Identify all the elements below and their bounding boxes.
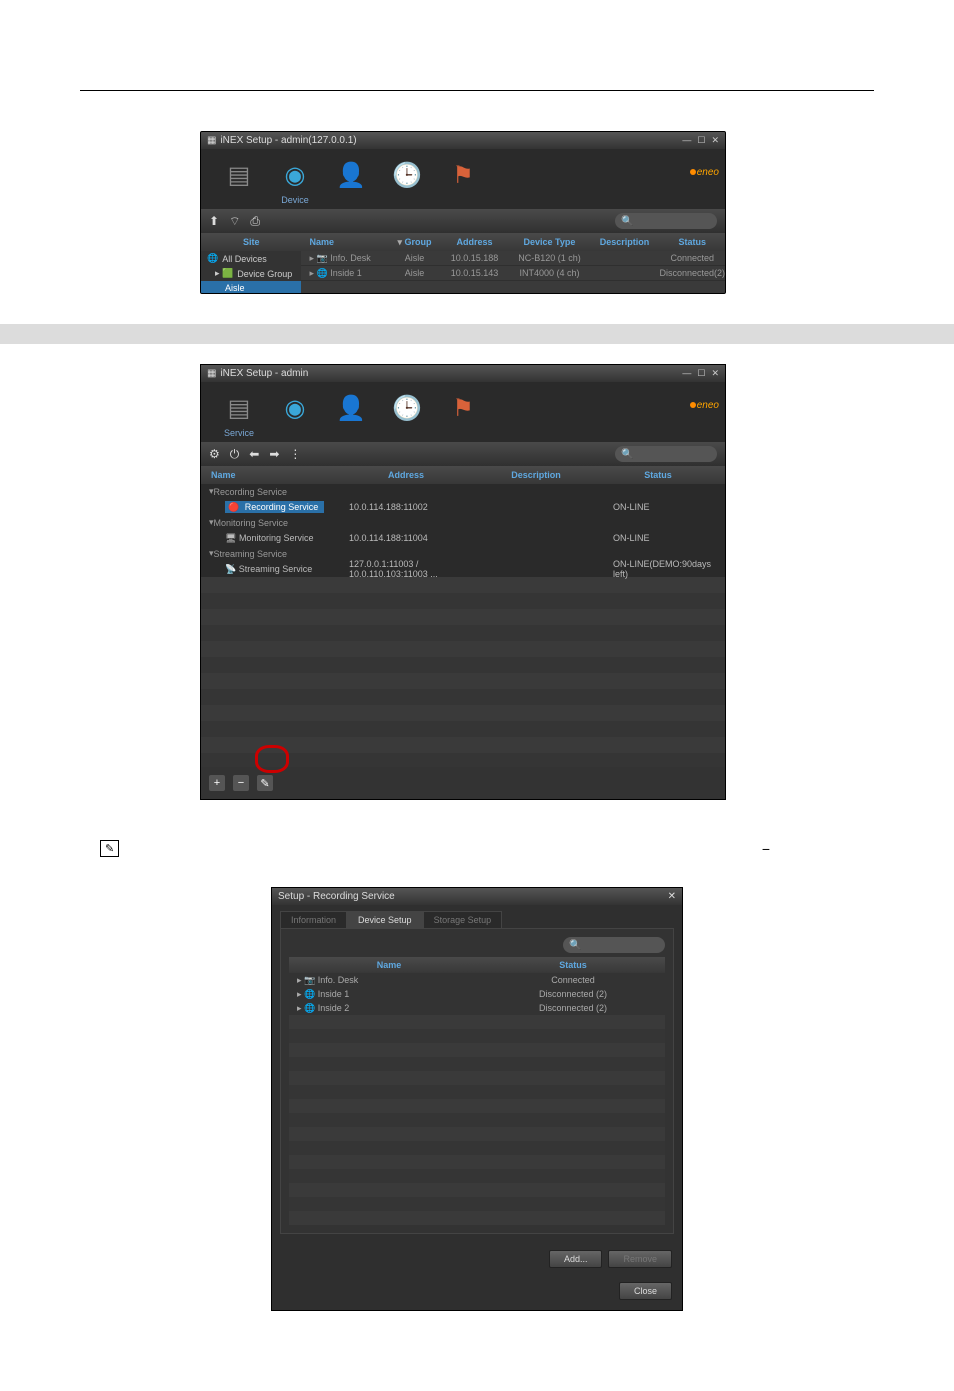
nav-user[interactable]: 👤	[333, 157, 369, 205]
dialog-title: Setup - Recording Service	[278, 891, 395, 902]
col-description[interactable]: Description	[589, 237, 659, 247]
col-description[interactable]: Description	[481, 470, 591, 480]
maximize-icon[interactable]: ☐	[697, 368, 705, 379]
group-monitoring[interactable]: ▾ Monitoring Service	[201, 515, 725, 530]
wifi-icon[interactable]: ⌔	[229, 214, 240, 229]
search-input[interactable]: 🔍	[615, 213, 717, 229]
group-recording[interactable]: ▾ Recording Service	[201, 484, 725, 499]
nav-user[interactable]: 👤	[333, 390, 369, 438]
tabs: Information Device Setup Storage Setup	[272, 905, 682, 928]
add-button[interactable]: Add...	[549, 1250, 603, 1268]
table-row[interactable]: ▸ 📷 Info. Desk Aisle 10.0.15.188 NC-B120…	[301, 251, 725, 266]
add-button[interactable]: +	[209, 775, 225, 791]
toolbar: ⚙ ⏻ ⬅ ➡ ⋮ 🔍	[201, 442, 725, 466]
top-nav: eneo ▤Service ◉ 👤 🕒 ⚑	[201, 382, 725, 442]
caption-icons: ✎ −	[0, 830, 954, 887]
col-address[interactable]: Address	[439, 237, 509, 247]
import-icon[interactable]: ⬅	[249, 447, 259, 462]
titlebar: ▦ iNEX Setup - admin(127.0.0.1) — ☐ ✕	[201, 132, 725, 149]
empty-rows	[289, 1015, 665, 1225]
footer-toolbar: + − ✎	[201, 767, 725, 799]
nav-clock[interactable]: 🕒	[389, 390, 425, 438]
titlebar: Setup - Recording Service ✕	[272, 888, 682, 905]
maximize-icon[interactable]: ☐	[697, 135, 705, 146]
table-row[interactable]: ▸ 🌐 Inside 2 Disconnected (2)	[289, 1001, 665, 1015]
search-input[interactable]: 🔍	[563, 937, 665, 953]
app-icon: ▦	[207, 135, 216, 146]
gear-icon[interactable]: ⚙	[209, 447, 220, 462]
sidebar: Site 🌐 All Devices ▸ 🟩 Device Group Aisl…	[201, 233, 301, 293]
search-input[interactable]: 🔍	[615, 446, 717, 462]
edit-icon: ✎	[100, 840, 119, 857]
edit-button[interactable]: ✎	[257, 775, 273, 791]
list-icon[interactable]: ⋮	[289, 447, 301, 462]
col-status[interactable]: Status	[481, 960, 665, 970]
col-device-type[interactable]: Device Type	[509, 237, 589, 247]
toolbar: ⬆ ⌔ ⎙ 🔍	[201, 209, 725, 233]
app-icon: ▦	[207, 368, 216, 379]
col-name[interactable]: Name	[201, 470, 331, 480]
export-icon[interactable]: ➡	[269, 447, 279, 462]
nav-server[interactable]: ▤	[221, 157, 257, 205]
close-icon[interactable]: ✕	[668, 891, 676, 902]
device-table: Name ▾ Group Address Device Type Descrip…	[301, 233, 725, 293]
col-name[interactable]: Name	[301, 237, 389, 247]
table-row[interactable]: 🔴 Recording Service 10.0.114.188:11002 O…	[201, 499, 725, 515]
nav-flag[interactable]: ⚑	[445, 390, 481, 438]
nav-device[interactable]: ◉Device	[277, 157, 313, 205]
minus-icon: −	[762, 841, 770, 857]
device-setup-window: ▦ iNEX Setup - admin(127.0.0.1) — ☐ ✕ en…	[200, 131, 726, 294]
remove-button[interactable]: −	[233, 775, 249, 791]
empty-rows	[201, 577, 725, 767]
nav-server[interactable]: ▤Service	[221, 390, 257, 438]
tab-storage-setup[interactable]: Storage Setup	[423, 911, 503, 928]
col-address[interactable]: Address	[331, 470, 481, 480]
table-row[interactable]: ▸ 📷 Info. Desk Connected	[289, 973, 665, 987]
table-header: Name ▾ Group Address Device Type Descrip…	[301, 233, 725, 251]
power-icon[interactable]: ⏻	[230, 447, 240, 462]
col-status[interactable]: Status	[591, 470, 725, 480]
col-status[interactable]: Status	[659, 237, 725, 247]
table-header: Name Status	[289, 957, 665, 973]
export-icon[interactable]: ⬆	[209, 214, 219, 229]
table-row[interactable]: 🖥 Monitoring Service 10.0.114.188:11004 …	[201, 530, 725, 546]
service-setup-window: ▦ iNEX Setup - admin — ☐ ✕ eneo ▤Service…	[200, 364, 726, 800]
close-icon[interactable]: ✕	[711, 135, 719, 146]
printer-icon[interactable]: ⎙	[250, 214, 260, 229]
button-bar: Add... Remove	[272, 1242, 682, 1276]
top-nav: eneo ▤ ◉Device 👤 🕒 ⚑	[201, 149, 725, 209]
close-icon[interactable]: ✕	[711, 368, 719, 379]
nav-device[interactable]: ◉	[277, 390, 313, 438]
minimize-icon[interactable]: —	[682, 368, 691, 379]
tab-device-setup[interactable]: Device Setup	[347, 911, 423, 928]
table-row[interactable]: ▸ 🌐 Inside 1 Aisle 10.0.15.143 INT4000 (…	[301, 266, 725, 281]
minimize-icon[interactable]: —	[682, 135, 691, 146]
col-group[interactable]: ▾ Group	[389, 237, 439, 248]
tab-information[interactable]: Information	[280, 911, 347, 928]
nav-flag[interactable]: ⚑	[445, 157, 481, 205]
table-header: Name Address Description Status	[201, 466, 725, 484]
sidebar-header: Site	[201, 233, 301, 251]
table-row[interactable]: 📡 Streaming Service 127.0.0.1:11003 / 10…	[201, 561, 725, 577]
col-name[interactable]: Name	[289, 960, 481, 970]
recording-service-dialog: Setup - Recording Service ✕ Information …	[271, 887, 683, 1311]
titlebar: ▦ iNEX Setup - admin — ☐ ✕	[201, 365, 725, 382]
table-row[interactable]: ▸ 🌐 Inside 1 Disconnected (2)	[289, 987, 665, 1001]
sidebar-item-device-group[interactable]: ▸ 🟩 Device Group	[201, 266, 301, 281]
brand-logo: eneo	[690, 167, 719, 178]
sidebar-item-all-devices[interactable]: 🌐 All Devices	[201, 251, 301, 266]
window-title: iNEX Setup - admin(127.0.0.1)	[220, 135, 356, 146]
nav-clock[interactable]: 🕒	[389, 157, 425, 205]
brand-logo: eneo	[690, 400, 719, 411]
remove-button[interactable]: Remove	[608, 1250, 672, 1268]
window-title: iNEX Setup - admin	[220, 368, 308, 379]
sidebar-item-aisle[interactable]: Aisle	[201, 281, 301, 294]
close-button[interactable]: Close	[619, 1282, 672, 1300]
